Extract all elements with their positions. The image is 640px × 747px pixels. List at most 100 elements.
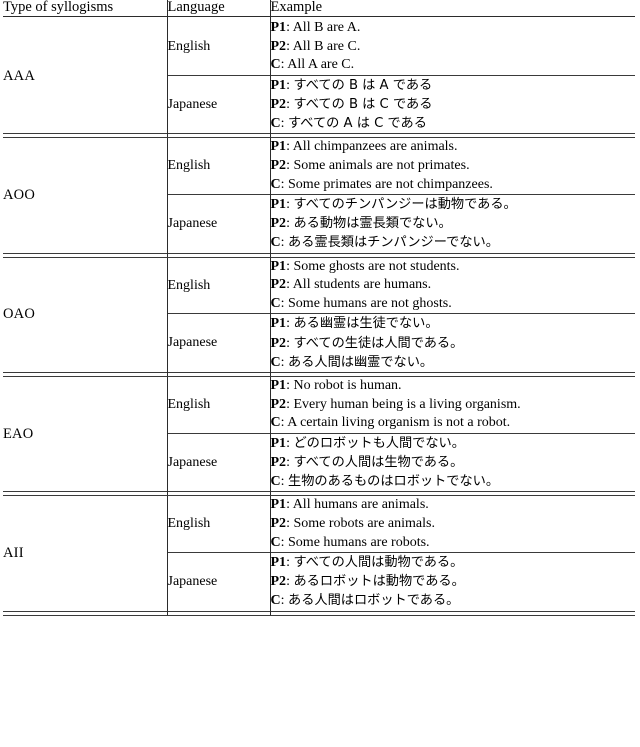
premise-1-colon: : (286, 19, 293, 35)
conclusion-line: C: 生物のあるものはロボットでない。 (271, 472, 636, 491)
premise-2-text: Some animals are not primates. (293, 157, 470, 173)
premise-1-tag: P1 (270, 258, 287, 274)
conclusion-tag: C (270, 235, 281, 251)
premise-2-text: All B are C. (292, 38, 361, 54)
conclusion-colon: : (280, 474, 289, 490)
conclusion-line: C: ある霊長類はチンパンジーでない。 (271, 233, 636, 252)
language-cell-english: English (167, 257, 271, 314)
premise-2-line: P2: Every human being is a living organi… (271, 396, 636, 415)
conclusion-line: C: A certain living organism is not a ro… (271, 414, 636, 433)
table-header-row: Type of syllogisms Language Example (3, 0, 635, 17)
example-cell-english: P1: All humans are animals. P2: Some robo… (270, 495, 636, 553)
language-cell-japanese: Japanese (167, 432, 271, 492)
conclusion-line: C: Some humans are not ghosts. (271, 295, 636, 314)
language-cell-japanese: Japanese (167, 552, 271, 612)
premise-2-tag: P2 (270, 335, 287, 351)
table-row: OAO English P1: Some ghosts are not studen… (3, 257, 635, 373)
premise-1-line: P1: どのロボットも人間でない。 (271, 434, 636, 453)
premise-1-tag: P1 (270, 435, 287, 451)
premise-1-text: ある幽霊は生徒でない。 (293, 316, 439, 332)
premise-1-tag: P1 (270, 197, 287, 213)
conclusion-tag: C (270, 415, 281, 431)
premise-1-line: P1: すべての B は A である (271, 76, 636, 95)
conclusion-colon: : (280, 593, 289, 609)
premise-2-tag: P2 (270, 277, 287, 293)
conclusion-colon: : (280, 235, 289, 251)
conclusion-text: ある人間はロボットである。 (288, 593, 460, 609)
example-cell-english: P1: Some ghosts are not students. P2: All… (270, 257, 635, 314)
premise-1-tag: P1 (270, 497, 287, 513)
premise-1-line: P1: Some ghosts are not students. (271, 258, 636, 277)
conclusion-line: C: Some humans are robots. (271, 534, 636, 553)
premise-1-tag: P1 (270, 316, 287, 332)
premise-2-line: P2: Some animals are not primates. (271, 157, 636, 176)
premise-2-text: すべての人間は生物である。 (293, 454, 464, 470)
premise-1-line: P1: すべてのチンパンジーは動物である。 (271, 195, 636, 214)
conclusion-line: C: ある人間はロボットである。 (271, 591, 636, 610)
premise-2-colon: : (286, 38, 293, 54)
premise-2-tag: P2 (270, 157, 287, 173)
premise-2-tag: P2 (270, 454, 287, 470)
example-cell-english: P1: All B are A. P2: All B are C. C: All A… (270, 18, 636, 76)
premise-2-text: Some robots are animals. (293, 515, 435, 531)
premise-2-tag: P2 (270, 38, 287, 54)
example-cell-english: P1: No robot is human. P2: Every human be… (270, 376, 636, 434)
premise-2-line: P2: すべての生徒は人間である。 (271, 334, 636, 353)
conclusion-colon: : (280, 116, 289, 132)
premise-1-tag: P1 (270, 19, 287, 35)
premise-1-line: P1: All B are A. (271, 19, 636, 38)
language-cell-japanese: Japanese (167, 194, 271, 254)
conclusion-line: C: ある人間は幽霊でない。 (271, 353, 636, 372)
language-cell-english: English (167, 495, 271, 553)
language-cell-japanese: Japanese (167, 74, 271, 134)
premise-1-colon: : (286, 139, 293, 155)
premise-1-text: All humans are animals. (292, 497, 429, 513)
language-cell-english: English (167, 18, 271, 76)
example-cell-japanese: P1: ある幽霊は生徒でない。 P2: すべての生徒は人間である。 C: ある人間は… (270, 313, 636, 373)
language-cell-english: English (167, 376, 271, 434)
example-cell-japanese: P1: どのロボットも人間でない。 P2: すべての人間は生物である。 C: 生物の… (270, 432, 636, 492)
conclusion-colon: : (280, 295, 289, 311)
premise-2-text: ある動物は霊長類でない。 (293, 216, 452, 232)
premise-1-colon: : (286, 497, 293, 513)
conclusion-text: Some primates are not chimpanzees. (288, 176, 493, 192)
conclusion-text: All A are C. (287, 57, 355, 73)
language-cell-japanese: Japanese (167, 313, 271, 373)
premise-1-line: P1: All humans are animals. (271, 496, 636, 515)
premise-2-tag: P2 (270, 396, 287, 412)
conclusion-line: C: Some primates are not chimpanzees. (271, 176, 636, 195)
premise-1-tag: P1 (270, 377, 287, 393)
premise-1-line: P1: No robot is human. (271, 377, 636, 396)
syllogism-type-label: EAO (3, 376, 168, 492)
header-example: Example (270, 0, 635, 17)
premise-1-tag: P1 (270, 77, 287, 93)
premise-1-tag: P1 (270, 555, 287, 571)
premise-2-tag: P2 (270, 96, 287, 112)
conclusion-text: 生物のあるものはロボットでない。 (288, 474, 500, 490)
header-language: Language (167, 0, 271, 17)
premise-2-line: P2: すべての B は C である (271, 95, 636, 114)
premise-1-text: No robot is human. (293, 377, 402, 393)
premise-2-tag: P2 (270, 574, 287, 590)
table-row: AII English P1: All humans are animals. P2:… (3, 495, 636, 612)
example-cell-english: P1: All chimpanzees are animals. P2: Some… (270, 137, 636, 195)
conclusion-text: ある人間は幽霊でない。 (288, 354, 434, 370)
conclusion-tag: C (270, 57, 281, 73)
premise-2-text: すべての B は C である (293, 96, 433, 112)
premise-1-text: All B are A. (292, 19, 361, 35)
conclusion-text: Some humans are not ghosts. (288, 295, 452, 311)
premise-2-text: あるロボットは動物である。 (293, 574, 465, 590)
premise-2-line: P2: すべての人間は生物である。 (271, 453, 636, 472)
conclusion-tag: C (270, 534, 281, 550)
conclusion-tag: C (270, 474, 281, 490)
table-row: AOO English P1: All chimpanzees are animal… (3, 137, 636, 254)
conclusion-colon: : (280, 534, 289, 550)
premise-1-text: すべての B は A である (293, 77, 433, 93)
premise-2-text: All students are humans. (292, 277, 432, 293)
premise-2-line: P2: Some robots are animals. (271, 515, 636, 534)
syllogism-type-label: AOO (3, 137, 168, 254)
syllogism-type-label: AAA (3, 18, 168, 134)
premise-1-tag: P1 (270, 139, 287, 155)
conclusion-tag: C (270, 116, 281, 132)
premise-2-tag: P2 (270, 216, 287, 232)
